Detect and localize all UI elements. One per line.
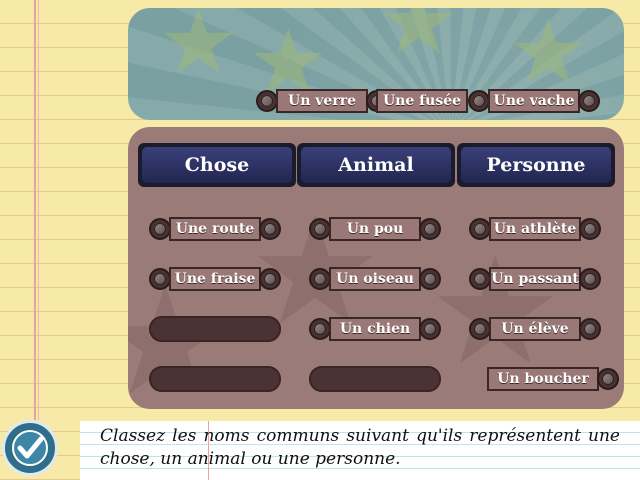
chip-label: Une route: [169, 217, 261, 241]
column-header-label: Personne: [461, 147, 611, 183]
star-decoration-icon: ★: [158, 8, 239, 95]
column-header-chose: Chose: [138, 143, 296, 187]
screw-icon: [259, 268, 281, 290]
chip-label: Un élève: [489, 317, 581, 341]
classification-board: ★ ★ ★ Chose Animal Personne Une route Un…: [128, 127, 624, 409]
chip-label: Un passant: [489, 267, 581, 291]
star-decoration-icon: ★: [378, 8, 459, 75]
chip-un-pou[interactable]: Un pou: [309, 216, 441, 242]
chip-une-fraise[interactable]: Une fraise: [149, 266, 281, 292]
column-header-personne: Personne: [457, 143, 615, 187]
screw-icon: [259, 218, 281, 240]
chip-label: Un oiseau: [329, 267, 421, 291]
screw-icon: [256, 90, 278, 112]
chip-un-oiseau[interactable]: Un oiseau: [309, 266, 441, 292]
screw-icon: [309, 318, 331, 340]
notebook-margin-line-secondary: [38, 0, 39, 420]
bank-chip-une-vache[interactable]: Une vache: [468, 88, 600, 114]
word-bank: ★ ★ ★ ★ Un verre Une fusée Une vache: [128, 8, 624, 120]
chip-un-chien[interactable]: Un chien: [309, 316, 441, 342]
chip-une-route[interactable]: Une route: [149, 216, 281, 242]
notebook-margin-line: [34, 0, 36, 420]
column-header-label: Chose: [142, 147, 292, 183]
column-header-animal: Animal: [297, 143, 455, 187]
empty-drop-slot[interactable]: [149, 366, 281, 392]
screw-icon: [149, 218, 171, 240]
chip-label: Une fusée: [376, 89, 468, 113]
screw-icon: [469, 268, 491, 290]
instruction-text: Classez les noms communs suivant qu'ils …: [100, 426, 620, 469]
screw-icon: [468, 90, 490, 112]
column-header-label: Animal: [301, 147, 451, 183]
screw-icon: [469, 218, 491, 240]
screw-icon: [309, 268, 331, 290]
screw-icon: [579, 318, 601, 340]
chip-label: Un boucher: [487, 367, 599, 391]
empty-drop-slot[interactable]: [309, 366, 441, 392]
chip-un-passant[interactable]: Un passant: [469, 266, 601, 292]
bank-chip-un-verre[interactable]: Un verre: [256, 88, 388, 114]
screw-icon: [579, 218, 601, 240]
chip-label: Un athlète: [489, 217, 581, 241]
chip-label: Un pou: [329, 217, 421, 241]
screw-icon: [578, 90, 600, 112]
screw-icon: [309, 218, 331, 240]
chip-un-eleve[interactable]: Un élève: [469, 316, 601, 342]
screw-icon: [419, 318, 441, 340]
screw-icon: [419, 268, 441, 290]
chip-label: Un chien: [329, 317, 421, 341]
chip-label: Une fraise: [169, 267, 261, 291]
check-icon: [12, 430, 48, 466]
screw-icon: [419, 218, 441, 240]
instruction-note: Classez les noms communs suivant qu'ils …: [80, 421, 640, 480]
star-decoration-icon: ★: [428, 225, 563, 399]
validate-button[interactable]: [2, 420, 58, 476]
screw-icon: [579, 268, 601, 290]
chip-label: Un verre: [276, 89, 368, 113]
screw-icon: [469, 318, 491, 340]
chip-un-boucher[interactable]: Un boucher: [469, 366, 619, 392]
screw-icon: [597, 368, 619, 390]
chip-label: Une vache: [488, 89, 580, 113]
bank-chip-une-fusee[interactable]: Une fusée: [376, 88, 468, 114]
screw-icon: [149, 268, 171, 290]
chip-un-athlete[interactable]: Un athlète: [469, 216, 601, 242]
star-decoration-icon: ★: [508, 8, 589, 105]
empty-drop-slot[interactable]: [149, 316, 281, 342]
